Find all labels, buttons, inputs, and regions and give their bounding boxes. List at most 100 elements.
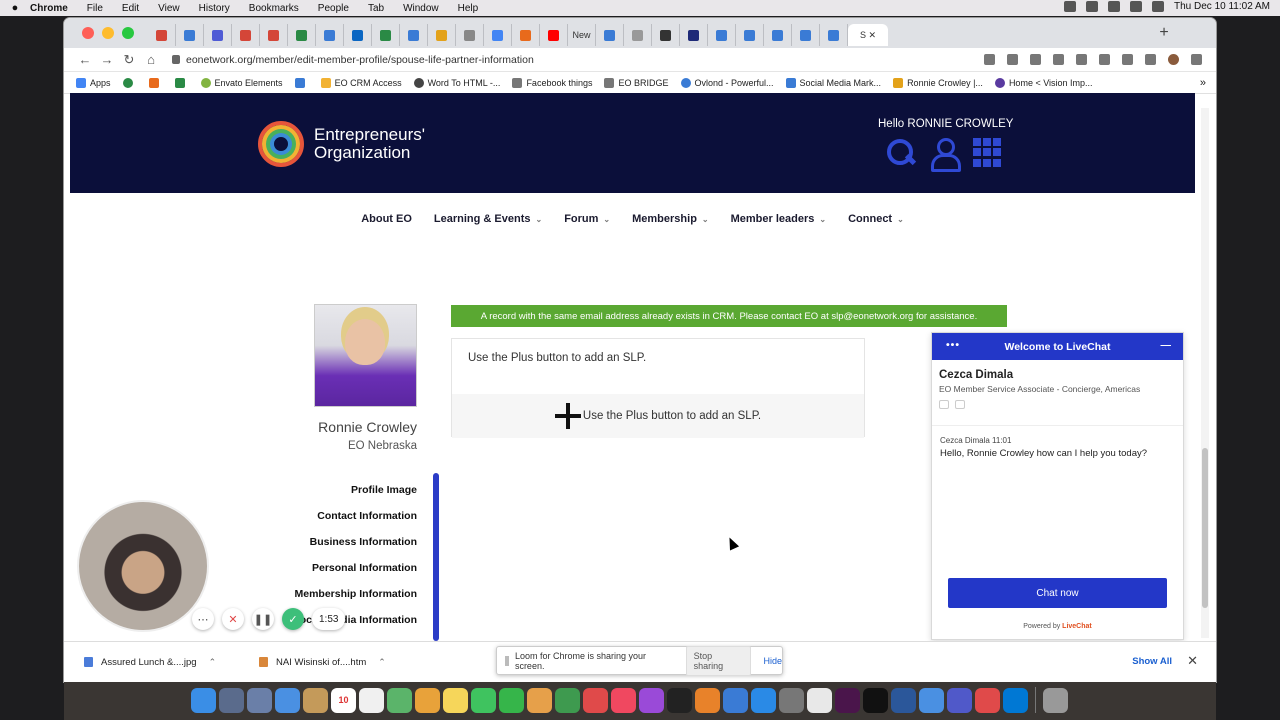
thumbs-down-icon[interactable] (955, 400, 965, 409)
download-item[interactable]: NAI Wisinski of....htm ⌃ (259, 657, 414, 668)
extension-icon[interactable] (1076, 54, 1087, 65)
thumbs-up-icon[interactable] (939, 400, 949, 409)
menu-view[interactable]: View (158, 3, 180, 14)
word-icon[interactable] (891, 687, 916, 713)
chevron-up-icon[interactable]: ⌃ (378, 657, 386, 668)
facetime-icon[interactable] (499, 687, 524, 713)
nav-forum[interactable]: Forum ⌄ (564, 213, 610, 225)
menu-edit[interactable]: Edit (122, 3, 139, 14)
browser-tab[interactable] (400, 24, 428, 46)
minimize-chat-icon[interactable]: — (1161, 339, 1172, 351)
extension-icon[interactable] (1053, 54, 1064, 65)
browser-tab[interactable] (820, 24, 848, 46)
app-grid-icon[interactable] (247, 687, 272, 713)
browser-tab[interactable] (372, 24, 400, 46)
reload-icon[interactable]: ↻ (118, 52, 140, 68)
menu-window[interactable]: Window (403, 3, 439, 14)
notes-icon[interactable] (443, 687, 468, 713)
chat-now-button[interactable]: Chat now (948, 578, 1167, 608)
close-tab-icon[interactable]: ✕ (868, 30, 876, 41)
active-browser-tab[interactable]: S ✕ (848, 24, 888, 46)
browser-tab[interactable] (708, 24, 736, 46)
browser-tab[interactable] (288, 24, 316, 46)
nav-learning-events[interactable]: Learning & Events ⌄ (434, 213, 542, 225)
plus-icon[interactable] (554, 403, 581, 429)
numbers-icon[interactable] (555, 687, 580, 713)
bookmark-ronnie-crowley[interactable]: Ronnie Crowley |... (893, 77, 983, 88)
menu-people[interactable]: People (318, 3, 349, 14)
user-icon[interactable] (929, 137, 961, 172)
browser-tab[interactable] (764, 24, 792, 46)
podcasts-icon[interactable] (639, 687, 664, 713)
bookmark-eo-crm[interactable]: EO CRM Access (320, 77, 402, 88)
app-icon[interactable] (975, 687, 1000, 713)
menubar-datetime[interactable]: Thu Dec 10 11:02 AM (1174, 1, 1270, 12)
hide-button[interactable]: Hide (763, 656, 782, 666)
chevron-up-icon[interactable]: ⌃ (209, 657, 217, 668)
side-menu-personal-information[interactable]: Personal Information (240, 561, 417, 587)
books-icon[interactable] (695, 687, 720, 713)
bookmark-facebook-things[interactable]: Facebook things (512, 77, 592, 88)
side-menu-business-information[interactable]: Business Information (240, 535, 417, 561)
contacts-icon[interactable] (303, 687, 328, 713)
launchpad-icon[interactable] (219, 687, 244, 713)
trash-icon[interactable] (1043, 687, 1068, 713)
browser-tab[interactable] (316, 24, 344, 46)
browser-tab[interactable] (540, 24, 568, 46)
menu-history[interactable]: History (199, 3, 230, 14)
add-slp-button[interactable]: Use the Plus button to add an SLP. (452, 394, 864, 438)
apple-icon[interactable]: ● (0, 2, 30, 14)
tray-icon[interactable] (1064, 1, 1077, 12)
bookmark-item[interactable] (294, 77, 309, 88)
bookmark-vision-imp[interactable]: Home < Vision Imp... (994, 77, 1093, 88)
address-bar[interactable]: eonetwork.org/member/edit-member-profile… (172, 50, 984, 70)
menu-app-name[interactable]: Chrome (30, 3, 68, 14)
bookmark-item[interactable] (174, 77, 189, 88)
loom-pause-icon[interactable]: ❚❚ (252, 608, 274, 630)
slack-icon[interactable] (835, 687, 860, 713)
nav-member-leaders[interactable]: Member leaders ⌄ (731, 213, 826, 225)
tray-icon[interactable] (1108, 1, 1121, 12)
loom-cancel-icon[interactable]: ✕ (222, 608, 244, 630)
loom-more-icon[interactable]: ⋯ (192, 608, 214, 630)
nav-about-eo[interactable]: About EO (361, 213, 412, 225)
browser-tab[interactable] (680, 24, 708, 46)
page-scrollbar[interactable] (1201, 108, 1209, 638)
music-icon[interactable] (611, 687, 636, 713)
powered-by[interactable]: Powered by LiveChat (932, 623, 1183, 630)
bookmarks-overflow-icon[interactable]: » (1200, 77, 1206, 89)
close-icon[interactable]: ✕ (1187, 653, 1198, 669)
browser-tab[interactable] (232, 24, 260, 46)
search-icon[interactable] (1152, 1, 1165, 12)
browser-tab[interactable] (344, 24, 372, 46)
profile-photo[interactable] (314, 304, 417, 407)
extension-icon[interactable] (1099, 54, 1110, 65)
puzzle-icon[interactable] (1145, 54, 1156, 65)
menu-tab[interactable]: Tab (368, 3, 384, 14)
loom-finish-icon[interactable]: ✓ (282, 608, 304, 630)
bookmark-apps[interactable]: Apps (76, 77, 111, 88)
bookmark-social-media[interactable]: Social Media Mark... (785, 77, 881, 88)
menu-bookmarks[interactable]: Bookmarks (249, 3, 299, 14)
photos-icon[interactable] (415, 687, 440, 713)
browser-tab[interactable] (792, 24, 820, 46)
show-all-downloads-link[interactable]: Show All (1132, 656, 1172, 667)
bookmark-word-to-html[interactable]: Word To HTML -... (413, 77, 500, 88)
maps-icon[interactable] (387, 687, 412, 713)
more-menu-icon[interactable] (1191, 54, 1202, 65)
browser-tab[interactable] (652, 24, 680, 46)
chrome-icon[interactable] (807, 687, 832, 713)
messages-icon[interactable] (471, 687, 496, 713)
menu-help[interactable]: Help (458, 3, 479, 14)
pages-icon[interactable] (527, 687, 552, 713)
finder-icon[interactable] (191, 687, 216, 713)
bookmark-item[interactable] (148, 77, 163, 88)
browser-tab[interactable] (736, 24, 764, 46)
download-item[interactable]: Assured Lunch &....jpg ⌃ (84, 657, 239, 668)
bookmark-eo-bridge[interactable]: EO BRIDGE (604, 77, 669, 88)
menu-file[interactable]: File (87, 3, 103, 14)
system-preferences-icon[interactable] (779, 687, 804, 713)
bookmark-item[interactable] (122, 77, 137, 88)
loom-camera-bubble[interactable] (77, 500, 209, 632)
nav-membership[interactable]: Membership ⌄ (632, 213, 709, 225)
